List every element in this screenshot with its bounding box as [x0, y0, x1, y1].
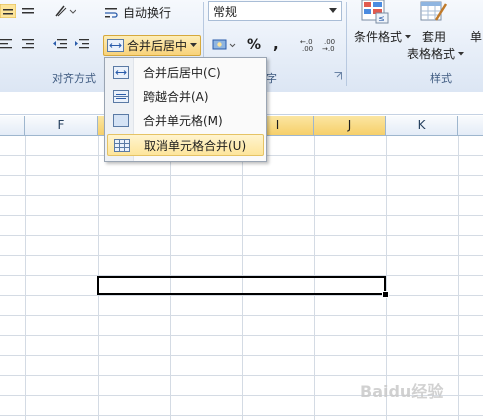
decrease-decimal-button[interactable]: .00 →.0 [322, 38, 342, 52]
chevron-down-icon [190, 43, 198, 47]
menu-item-label: 合并后居中(C) [143, 65, 221, 80]
conditional-format-label: 条件格式 [354, 30, 403, 44]
decrease-indent-button[interactable] [52, 38, 68, 50]
percent-label: % [247, 37, 262, 53]
merge-center-icon [107, 39, 124, 52]
align-left-button[interactable] [0, 38, 14, 50]
selected-range[interactable] [97, 276, 386, 295]
merge-center-label: 合并后居中 [127, 39, 188, 53]
grid-line [0, 315, 483, 316]
cell-styles-label: 单 [470, 30, 483, 44]
decrease-decimal-icon: .00 →.0 [322, 38, 335, 52]
menu-item-label: 合并单元格(M) [143, 113, 223, 128]
table-format-label: 表格格式 [407, 47, 456, 61]
menu-item-merge-across[interactable]: 跨越合并(A) [107, 85, 264, 107]
conditional-format-icon-box: ≤ [360, 0, 390, 24]
text-orientation-icon [55, 5, 76, 17]
merge-center-button[interactable]: 合并后居中 [103, 35, 202, 56]
align-bottom-icon [0, 4, 16, 18]
menu-item-merge-cells[interactable]: 合并单元格(M) [107, 109, 264, 131]
column-header-k[interactable]: K [386, 116, 458, 135]
grid-line [0, 375, 483, 376]
chevron-down-icon [329, 8, 337, 13]
wrap-text-icon [105, 7, 118, 18]
grid-line [0, 355, 483, 356]
align-left-icon [0, 39, 12, 49]
chevron-down-icon [405, 34, 412, 38]
grid-line [0, 335, 483, 336]
merge-dropdown-menu: 合并后居中(C) 跨越合并(A) 合并单元格(M) 取消单元格合并(U) [104, 57, 267, 162]
conditional-format-icon: ≤ [361, 0, 389, 24]
svg-text:.00: .00 [302, 45, 313, 52]
menu-item-label: 跨越合并(A) [143, 89, 209, 104]
align-middle-button[interactable] [22, 6, 36, 16]
align-right-button[interactable] [22, 38, 36, 50]
group-alignment-label: 对齐方式 [52, 72, 96, 85]
align-bottom-button[interactable] [0, 4, 16, 18]
svg-text:→.0: →.0 [322, 45, 335, 52]
grid-line [0, 195, 483, 196]
column-header-l[interactable] [458, 116, 483, 135]
svg-text:≤: ≤ [378, 14, 385, 23]
comma-label: , [273, 35, 279, 53]
menu-item-label: 取消单元格合并(U) [144, 138, 247, 153]
increase-decimal-icon: ←.0 .00 [300, 38, 313, 52]
table-format-button[interactable]: 表格格式 [407, 45, 465, 62]
grid-line [0, 235, 483, 236]
fill-handle[interactable] [382, 291, 389, 298]
increase-indent-icon [75, 39, 89, 49]
merge-cells-icon [113, 113, 129, 127]
increase-decimal-button[interactable]: ←.0 .00 [300, 38, 320, 52]
comma-style-button[interactable]: , [273, 35, 279, 53]
align-right-icon [22, 39, 34, 49]
grid-line [0, 415, 483, 416]
dialog-launcher-icon[interactable] [334, 72, 342, 80]
group-number-label: 字 [266, 72, 277, 85]
table-format-line1: 套用 [422, 30, 447, 44]
chevron-down-icon [458, 51, 465, 55]
merge-across-icon [113, 89, 129, 103]
orientation-button[interactable] [54, 4, 76, 18]
merge-center-icon [113, 65, 129, 79]
currency-icon [212, 39, 236, 50]
align-lines-icon [22, 8, 34, 14]
grid-line [25, 136, 26, 420]
grid-line [0, 255, 483, 256]
number-format-select[interactable]: 常规 [208, 1, 342, 21]
table-format-icon [420, 1, 448, 21]
watermark: Baidu经验 [360, 382, 444, 401]
column-header-blank[interactable] [0, 116, 25, 135]
wrap-text-button[interactable]: 自动换行 [104, 4, 171, 21]
wrap-text-label: 自动换行 [123, 6, 172, 20]
grid-line [0, 295, 483, 296]
conditional-format-button[interactable]: 条件格式 [354, 28, 412, 45]
menu-item-merge-center[interactable]: 合并后居中(C) [107, 61, 264, 83]
accounting-format-button[interactable] [212, 38, 236, 52]
number-format-value: 常规 [213, 4, 238, 19]
decrease-indent-icon [53, 39, 67, 49]
table-format-icon-box [420, 0, 448, 24]
column-header-j[interactable]: J [314, 116, 386, 135]
increase-indent-button[interactable] [74, 38, 90, 50]
cell-styles-button[interactable]: 单 [470, 28, 482, 45]
group-styles-label: 样式 [430, 72, 452, 85]
grid-line [0, 215, 483, 216]
grid-line [0, 175, 483, 176]
percent-style-button[interactable]: % [247, 37, 261, 53]
menu-item-unmerge-cells[interactable]: 取消单元格合并(U) [107, 134, 264, 156]
group-separator [346, 2, 347, 86]
unmerge-cells-icon [114, 138, 130, 152]
column-header-f[interactable]: F [25, 116, 98, 135]
grid-line [458, 136, 459, 420]
